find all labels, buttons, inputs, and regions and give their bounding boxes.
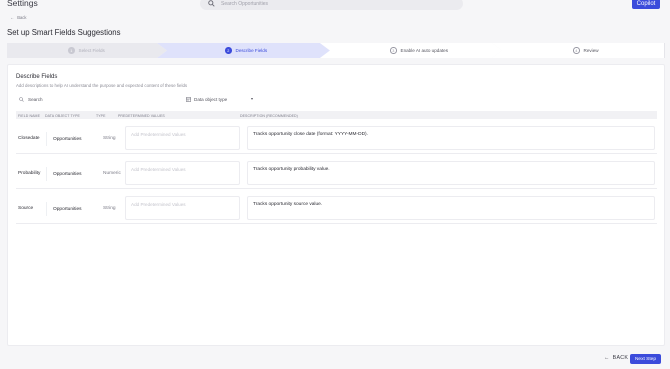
step-number: 3 bbox=[390, 47, 397, 54]
step-enable-ai-auto-updates[interactable]: 3 Enable AI auto updates bbox=[320, 43, 502, 58]
app-title: Settings bbox=[7, 0, 38, 8]
header-type: TYPE bbox=[96, 113, 106, 118]
header-description: DESCRIPTION (RECOMMENDED) bbox=[240, 113, 298, 118]
description-input[interactable]: Tracks opportunity source value. bbox=[247, 196, 655, 220]
table-search-input[interactable]: Search bbox=[28, 97, 43, 102]
field-type: String bbox=[103, 136, 116, 141]
back-button-label: BACK bbox=[612, 355, 629, 361]
step-label: Enable AI auto updates bbox=[400, 48, 449, 53]
next-step-button[interactable]: Next Step bbox=[630, 354, 661, 364]
description-input[interactable]: Tracks opportunity close date (format: Y… bbox=[247, 126, 655, 150]
table-row: Closedate Opportunities String Add Prede… bbox=[16, 124, 657, 154]
predetermined-values-input[interactable]: Add Predetermined Values bbox=[125, 196, 240, 220]
table-icon bbox=[186, 97, 191, 102]
data-object-type: Opportunities bbox=[46, 167, 92, 181]
top-bar: Settings Search Opportunities Copilot bbox=[0, 0, 670, 12]
header-field-name: FIELD NAME bbox=[18, 113, 41, 118]
section-subtitle: Add descriptions to help AI understand t… bbox=[16, 83, 188, 88]
step-number: 1 bbox=[68, 47, 75, 54]
search-icon bbox=[19, 97, 24, 102]
table-header: FIELD NAME DATA OBJECT TYPE TYPE PREDETE… bbox=[16, 111, 657, 119]
predetermined-values-input[interactable]: Add Predetermined Values bbox=[125, 161, 240, 185]
stepper: 1 Select Fields 2 Describe Fields 3 Enab… bbox=[7, 43, 665, 58]
step-label: Review bbox=[583, 48, 599, 53]
field-name: Probability bbox=[18, 171, 41, 176]
page-title: Set up Smart Fields Suggestions bbox=[7, 28, 121, 37]
data-object-type-select[interactable]: Data object type bbox=[184, 95, 256, 104]
table-row: Probability Opportunities Numeric Add Pr… bbox=[16, 159, 657, 189]
header-data-object-type: DATA OBJECT TYPE bbox=[45, 113, 80, 118]
step-select-fields[interactable]: 1 Select Fields bbox=[7, 43, 167, 58]
step-number: 4 bbox=[573, 47, 580, 54]
description-input[interactable]: Tracks opportunity probability value. bbox=[247, 161, 655, 185]
field-type: Numeric bbox=[103, 171, 121, 176]
field-name: Source bbox=[18, 206, 34, 211]
data-object-type: Opportunities bbox=[46, 132, 92, 146]
predetermined-values-input[interactable]: Add Predetermined Values bbox=[125, 126, 240, 150]
step-label: Select Fields bbox=[78, 48, 105, 53]
global-search[interactable]: Search Opportunities bbox=[200, 0, 463, 10]
field-name: Closedate bbox=[18, 136, 40, 141]
back-button[interactable]: ← BACK bbox=[604, 355, 628, 361]
describe-fields-card: Describe Fields Add descriptions to help… bbox=[7, 64, 665, 346]
header-predetermined-values: PREDETERMINED VALUES bbox=[118, 113, 165, 118]
table-row: Source Opportunities String Add Predeter… bbox=[16, 194, 657, 224]
section-title: Describe Fields bbox=[16, 74, 58, 80]
field-type: String bbox=[103, 206, 116, 211]
step-label: Describe Fields bbox=[235, 48, 268, 53]
arrow-left-icon: ← bbox=[604, 355, 610, 361]
data-object-type-label: Data object type bbox=[194, 97, 228, 102]
search-input[interactable]: Search Opportunities bbox=[221, 1, 268, 7]
back-link[interactable]: ← Back bbox=[10, 15, 27, 20]
table-search[interactable]: Search bbox=[16, 95, 176, 104]
search-icon bbox=[208, 0, 215, 7]
data-object-type: Opportunities bbox=[46, 202, 92, 216]
step-number: 2 bbox=[225, 47, 232, 54]
back-link-label: Back bbox=[17, 15, 27, 20]
step-review[interactable]: 4 Review bbox=[492, 43, 665, 58]
chevron-down-icon bbox=[251, 98, 253, 100]
copilot-button[interactable]: Copilot bbox=[632, 0, 660, 9]
arrow-left-icon: ← bbox=[10, 15, 15, 20]
step-describe-fields[interactable]: 2 Describe Fields bbox=[157, 43, 330, 58]
